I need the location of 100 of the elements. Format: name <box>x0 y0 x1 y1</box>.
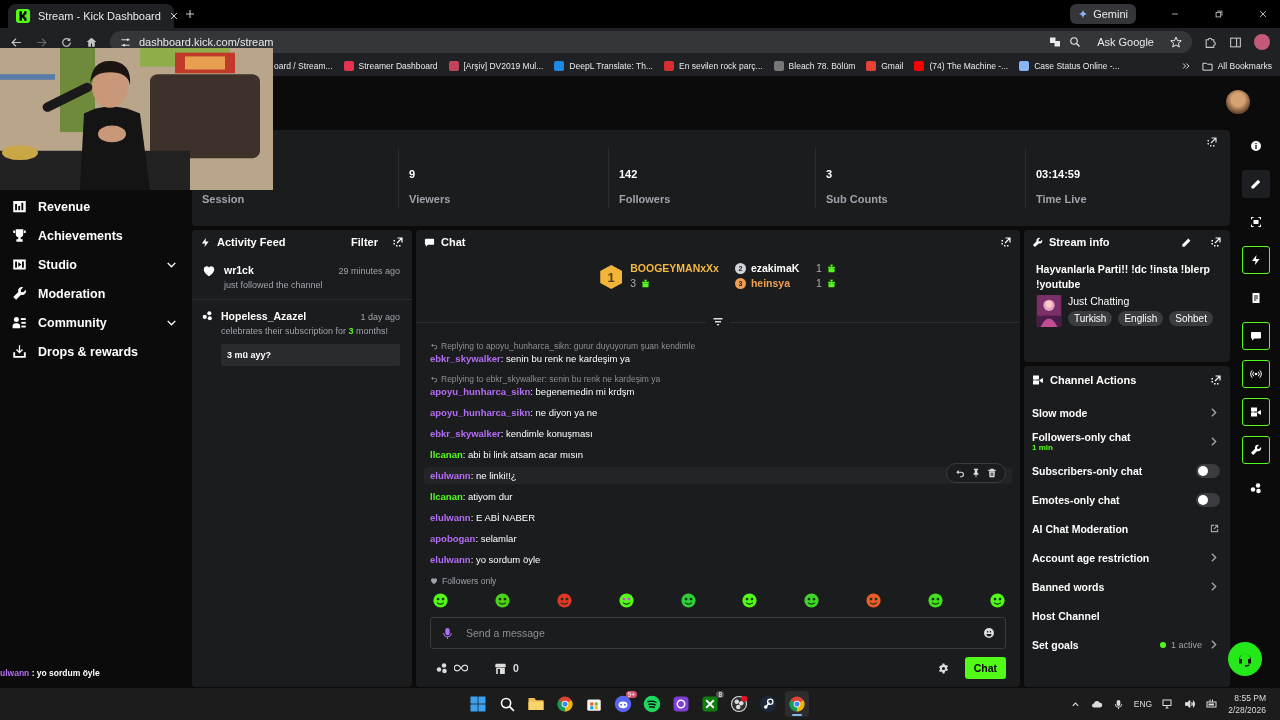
zoom-icon[interactable] <box>1069 36 1082 48</box>
battery-icon[interactable] <box>1206 698 1219 710</box>
expand-icon[interactable] <box>1210 236 1222 248</box>
bookmark-link[interactable]: Gmail <box>866 61 904 71</box>
emoji-icon[interactable] <box>983 627 995 639</box>
rail-button[interactable] <box>1242 398 1270 426</box>
speaker-icon[interactable] <box>1184 698 1197 710</box>
close-icon[interactable] <box>168 11 179 21</box>
tag-chip[interactable]: Turkish <box>1068 311 1113 327</box>
microphone-icon[interactable] <box>441 626 454 640</box>
bookmarks-folder-link[interactable]: All Bookmarks <box>1201 60 1272 72</box>
side-panel-icon[interactable] <box>1229 35 1242 49</box>
expand-icon[interactable] <box>1210 374 1222 386</box>
expand-icon[interactable] <box>1206 136 1218 148</box>
action-label[interactable]: Account age restriction <box>1032 551 1150 564</box>
chrome-icon[interactable] <box>788 695 806 713</box>
rail-button[interactable] <box>1242 360 1270 388</box>
chat-send-button[interactable]: Chat <box>964 657 1006 679</box>
reload-icon[interactable] <box>60 35 73 49</box>
bookmark-link[interactable]: Streamer Dashboard <box>343 61 438 71</box>
expand-icon[interactable] <box>1000 236 1012 248</box>
sidebar-item[interactable]: Studio <box>0 250 190 279</box>
settings-icon[interactable] <box>937 662 949 674</box>
emote-icon[interactable] <box>679 592 697 609</box>
clock-date[interactable]: 2/28/2026 <box>1228 705 1266 715</box>
pin-icon[interactable] <box>971 468 981 478</box>
address-bar[interactable]: dashboard.kick.com/stream Ask Google <box>110 31 1192 53</box>
emote-icon[interactable] <box>617 592 635 609</box>
back-icon[interactable] <box>10 35 23 49</box>
discord-icon[interactable] <box>614 695 632 713</box>
action-label[interactable]: Set goals <box>1032 638 1079 651</box>
folder-icon[interactable] <box>527 695 545 713</box>
browser-tab[interactable]: Stream - Kick Dashboard <box>8 4 174 28</box>
new-tab-icon[interactable] <box>184 8 196 20</box>
rail-button[interactable] <box>1242 436 1270 464</box>
store-icon[interactable] <box>494 661 507 675</box>
bookmark-link[interactable]: oard / Stream... <box>274 61 333 71</box>
restore-icon[interactable] <box>1214 9 1224 19</box>
action-label[interactable]: Slow mode <box>1032 406 1088 419</box>
forward-icon[interactable] <box>35 35 48 49</box>
cloud-icon[interactable] <box>1090 698 1103 710</box>
obs-icon[interactable] <box>730 695 748 713</box>
action-label[interactable]: Banned words <box>1032 580 1105 593</box>
profile-avatar[interactable] <box>1254 34 1270 50</box>
emote-icon[interactable] <box>432 592 449 609</box>
home-icon[interactable] <box>85 35 98 49</box>
chrome-icon[interactable] <box>556 695 574 713</box>
reply-icon[interactable] <box>955 468 965 478</box>
action-label[interactable]: Followers-only chat <box>1032 431 1131 443</box>
tag-chip[interactable]: English <box>1118 311 1164 327</box>
emote-icon[interactable] <box>803 592 821 609</box>
rail-button[interactable] <box>1242 170 1270 198</box>
sidebar-item[interactable]: Drops & rewards <box>0 337 190 366</box>
sidebar-item[interactable]: Moderation <box>0 279 190 308</box>
extensions-icon[interactable] <box>1204 35 1217 49</box>
microphone-icon[interactable] <box>1112 698 1124 710</box>
sidebar-item[interactable]: Revenue <box>0 192 190 221</box>
action-label[interactable]: Host Channel <box>1032 609 1100 622</box>
sidebar-item[interactable]: Achievements <box>0 221 190 250</box>
bookmark-link[interactable]: En sevilen rock parç... <box>664 61 763 71</box>
emote-icon[interactable] <box>988 592 1006 609</box>
clock-time[interactable]: 8:55 PM <box>1234 693 1266 703</box>
translate-icon[interactable] <box>1049 36 1062 48</box>
trash-icon[interactable] <box>987 468 997 478</box>
steam-icon[interactable] <box>759 695 777 713</box>
emote-icon[interactable] <box>927 592 944 609</box>
more-bookmarks-icon[interactable] <box>1180 61 1191 71</box>
gemini-button[interactable]: Gemini <box>1070 4 1136 24</box>
edit-icon[interactable] <box>1181 236 1192 248</box>
bookmark-link[interactable]: [Arşiv] DV2019 Mul... <box>448 61 544 71</box>
windows-icon[interactable] <box>469 695 487 713</box>
app-icon[interactable] <box>672 695 690 713</box>
search-icon[interactable] <box>498 695 516 713</box>
sidebar-item[interactable]: Community <box>0 308 190 337</box>
emote-icon[interactable] <box>741 592 759 609</box>
filter-icon[interactable] <box>712 316 724 328</box>
language-indicator[interactable]: ENG <box>1133 699 1153 709</box>
bookmark-star-icon[interactable] <box>1170 36 1182 48</box>
filter-button[interactable]: Filter <box>343 236 386 248</box>
rail-button[interactable] <box>1242 246 1270 274</box>
xbox-icon[interactable] <box>701 695 719 713</box>
action-label[interactable]: AI Chat Moderation <box>1032 522 1129 535</box>
bookmark-link[interactable]: DeepL Translate: Th... <box>554 61 653 71</box>
bookmark-link[interactable]: Case Status Online -... <box>1019 61 1120 71</box>
monitor-icon[interactable] <box>1162 698 1175 710</box>
message-input[interactable]: Send a message <box>464 626 973 640</box>
expand-icon[interactable] <box>392 236 404 248</box>
toggle-switch[interactable] <box>1196 463 1220 478</box>
toggle-switch[interactable] <box>1196 492 1220 507</box>
emote-icon[interactable] <box>865 592 883 609</box>
bookmark-link[interactable]: (74) The Machine -... <box>914 61 1009 71</box>
message-field[interactable]: Send a message <box>430 617 1006 649</box>
help-button[interactable] <box>1228 642 1262 676</box>
tag-chip[interactable]: Sohbet <box>1169 311 1213 327</box>
user-avatar[interactable] <box>1226 90 1250 114</box>
rail-button[interactable] <box>1242 322 1270 350</box>
close-icon[interactable] <box>1258 9 1268 19</box>
emote-icon[interactable] <box>493 592 511 609</box>
bookmark-link[interactable]: Bleach 78. Bölüm <box>773 61 856 71</box>
spotify-icon[interactable] <box>643 695 661 713</box>
